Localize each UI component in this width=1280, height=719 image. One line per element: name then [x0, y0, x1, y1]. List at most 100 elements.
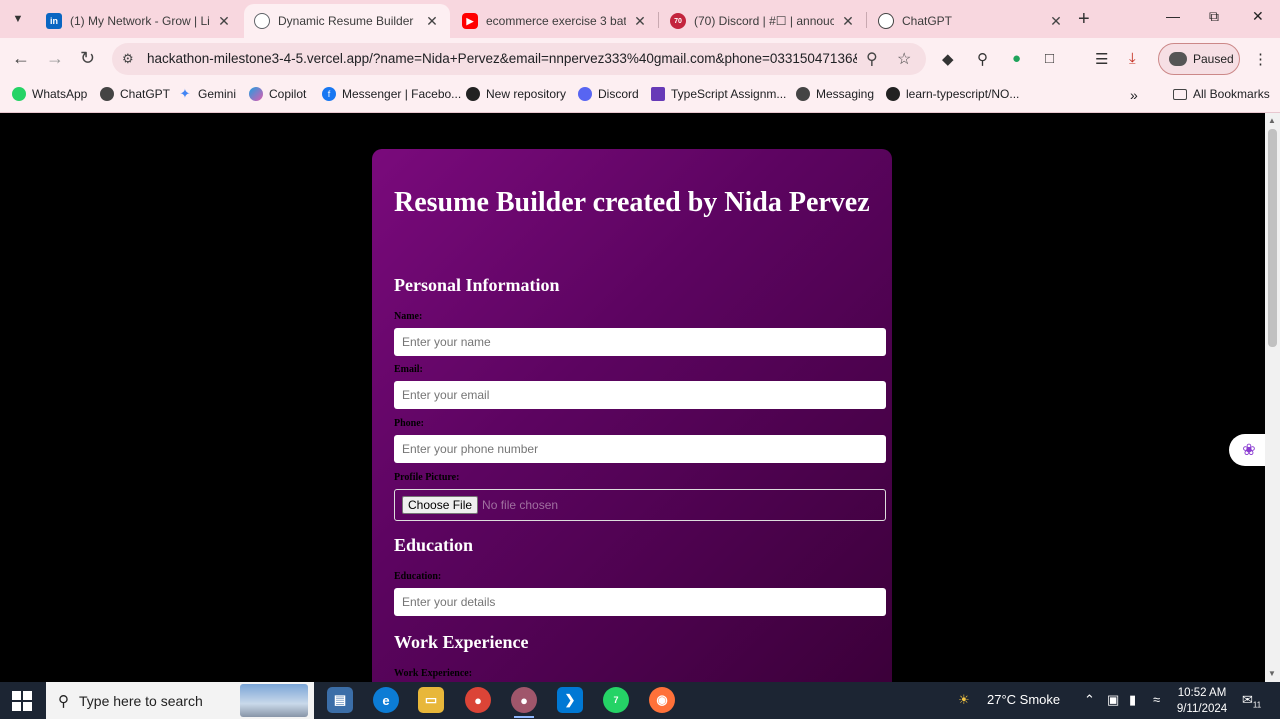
education-input[interactable]: [394, 588, 886, 616]
side-assistant-widget[interactable]: ❀: [1229, 434, 1269, 466]
taskbar-clock[interactable]: 10:52 AM 9/11/2024: [1172, 685, 1232, 717]
linkedin-icon: in: [46, 13, 62, 29]
discord-icon: [578, 87, 592, 101]
windows-taskbar: ⚲ Type here to search ▤ e ▭ ● ● ❯ 7 ◉ ☀ …: [0, 682, 1280, 719]
close-icon[interactable]: ✕: [216, 13, 232, 30]
wifi-icon[interactable]: ≈: [1153, 692, 1160, 707]
chatgpt-icon: [100, 87, 114, 101]
forward-button[interactable]: →: [46, 48, 64, 69]
file-explorer-icon[interactable]: ▭: [418, 687, 444, 713]
tab-chatgpt[interactable]: ChatGPT ✕: [868, 4, 1074, 38]
chrome-profile-icon[interactable]: ●: [511, 687, 537, 718]
page-scrollbar[interactable]: ▲ ▼: [1265, 113, 1280, 682]
close-icon[interactable]: ✕: [632, 13, 648, 30]
name-input[interactable]: [394, 328, 886, 356]
grammarly-icon[interactable]: ●: [1012, 50, 1021, 67]
close-icon[interactable]: ✕: [424, 13, 440, 30]
whatsapp-icon[interactable]: 7: [603, 687, 629, 713]
phone-input[interactable]: [394, 435, 886, 463]
github-icon: [886, 87, 900, 101]
facebook-icon: f: [322, 87, 336, 101]
scroll-thumb[interactable]: [1268, 129, 1277, 347]
tab-dynamic-resume-builder[interactable]: Dynamic Resume Builder ✕: [244, 4, 450, 38]
minimize-button[interactable]: —: [1166, 8, 1180, 24]
work-experience-heading: Work Experience: [394, 632, 529, 652]
all-bookmarks-button[interactable]: All Bookmarks: [1173, 87, 1270, 101]
bookmark-copilot[interactable]: Copilot: [249, 87, 306, 101]
address-bar[interactable]: ⚙ hackathon-milestone3-4-5.vercel.app/?n…: [112, 43, 926, 75]
github-icon: [466, 87, 480, 101]
tab-youtube[interactable]: ▶ ecommerce exercise 3 batch ✕: [452, 4, 658, 38]
meet-now-icon[interactable]: ▣: [1107, 692, 1119, 708]
start-button[interactable]: [12, 691, 32, 711]
whatsapp-icon: [12, 87, 26, 101]
taskbar-search[interactable]: ⚲ Type here to search: [46, 682, 314, 719]
battery-icon[interactable]: ▮: [1129, 692, 1136, 708]
bookmark-chatgpt[interactable]: ChatGPT: [100, 87, 170, 101]
folder-icon: [1173, 88, 1187, 100]
bookmark-star-icon[interactable]: ☆: [897, 49, 911, 69]
edge-icon[interactable]: e: [373, 687, 399, 713]
vscode-icon[interactable]: ❯: [557, 687, 583, 713]
brain-icon: ❀: [1242, 442, 1256, 459]
bookmark-learn-typescript[interactable]: learn-typescript/NO...: [886, 87, 1019, 101]
name-label: Name:: [394, 311, 423, 322]
chatgpt-icon: [878, 13, 894, 29]
forms-icon: [651, 87, 665, 101]
new-tab-button[interactable]: +: [1078, 8, 1090, 31]
file-status: No file chosen: [482, 498, 559, 512]
profile-button[interactable]: Paused: [1158, 43, 1240, 75]
bookmark-gemini[interactable]: ✦ Gemini: [178, 86, 236, 101]
scroll-up-arrow[interactable]: ▲: [1268, 116, 1276, 125]
page-title: Resume Builder created by Nida Pervez: [394, 187, 870, 218]
tab-search-button[interactable]: ▼: [6, 7, 30, 31]
search-extension-icon[interactable]: ⚲: [977, 50, 988, 68]
email-label: Email:: [394, 364, 423, 375]
personal-info-heading: Personal Information: [394, 275, 560, 295]
firefox-icon[interactable]: ◉: [649, 687, 675, 713]
extensions-puzzle-icon[interactable]: □: [1045, 50, 1054, 67]
tab-divider: [866, 12, 867, 28]
search-highlight-image: [240, 684, 308, 717]
profile-picture-input[interactable]: Choose File No file chosen: [394, 489, 886, 521]
chrome-icon[interactable]: ●: [465, 687, 491, 713]
bookmark-typescript-assignment[interactable]: TypeScript Assignm...: [651, 87, 786, 101]
bookmark-discord[interactable]: Discord: [578, 87, 639, 101]
bookmark-new-repository[interactable]: New repository: [466, 87, 566, 101]
close-window-button[interactable]: ✕: [1252, 8, 1264, 25]
avatar: [1169, 52, 1187, 66]
zoom-icon[interactable]: ⚲: [866, 49, 878, 69]
reload-button[interactable]: ↻: [80, 48, 95, 69]
bookmark-messaging[interactable]: Messaging: [796, 87, 874, 101]
browser-toolbar: ← → ↻ ⚙ hackathon-milestone3-4-5.vercel.…: [0, 38, 1280, 80]
profile-picture-label: Profile Picture:: [394, 472, 460, 483]
back-button[interactable]: ←: [12, 48, 30, 69]
scroll-down-arrow[interactable]: ▼: [1268, 669, 1276, 678]
tab-discord[interactable]: 70 (70) Discord | #☐ | annouce ✕: [660, 4, 866, 38]
site-settings-icon[interactable]: ⚙: [122, 51, 134, 67]
weather-text[interactable]: 27°C Smoke: [987, 692, 1060, 707]
discord-icon: 70: [670, 13, 686, 29]
tab-divider: [658, 12, 659, 28]
download-icon[interactable]: ⤓: [1129, 50, 1136, 67]
more-bookmarks-button[interactable]: »: [1130, 87, 1138, 103]
close-icon[interactable]: ✕: [1048, 13, 1064, 30]
url-text[interactable]: hackathon-milestone3-4-5.vercel.app/?nam…: [147, 51, 857, 66]
choose-file-button[interactable]: Choose File: [402, 496, 479, 514]
menu-kebab-icon[interactable]: ⋮: [1253, 50, 1268, 68]
bookmark-messenger[interactable]: f Messenger | Facebo...: [322, 87, 461, 101]
bookmark-whatsapp[interactable]: WhatsApp: [12, 87, 87, 101]
extension-icon[interactable]: ◆: [942, 50, 954, 68]
chevron-up-icon[interactable]: ⌃: [1084, 692, 1095, 708]
media-controls-icon[interactable]: ☰: [1095, 50, 1108, 68]
task-view-app-icon[interactable]: ▤: [327, 687, 353, 713]
notification-icon[interactable]: ✉11: [1242, 692, 1261, 710]
tab-linkedin[interactable]: in (1) My Network - Grow | Lin ✕: [36, 4, 242, 38]
email-input[interactable]: [394, 381, 886, 409]
resume-form-card: Resume Builder created by Nida Pervez Pe…: [372, 149, 892, 682]
restore-button[interactable]: ⧉: [1209, 8, 1219, 25]
education-label: Education:: [394, 571, 442, 582]
close-icon[interactable]: ✕: [840, 13, 856, 30]
globe-icon: [254, 13, 270, 29]
bookmarks-bar: WhatsApp ChatGPT ✦ Gemini Copilot f Messen…: [0, 80, 1280, 113]
